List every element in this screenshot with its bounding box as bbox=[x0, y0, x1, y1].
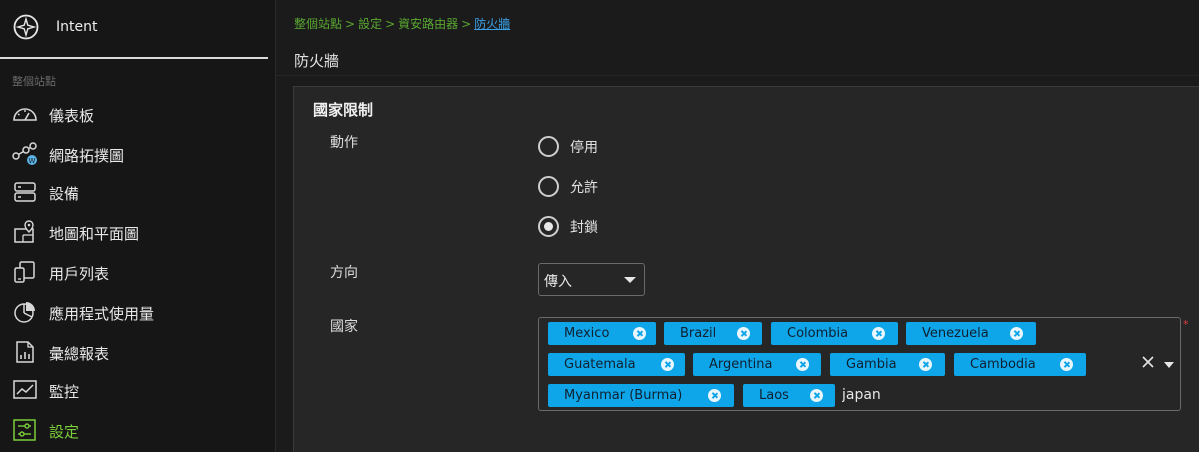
sidebar-item-label: 儀表板 bbox=[49, 107, 95, 125]
chip-remove-icon[interactable] bbox=[708, 389, 721, 402]
chip-remove-icon[interactable] bbox=[737, 327, 750, 340]
country-search-input[interactable] bbox=[842, 387, 962, 403]
sidebar-item-label: 設定 bbox=[49, 423, 80, 441]
radio-label: 停用 bbox=[570, 139, 598, 156]
sidebar-item-label: 應用程式使用量 bbox=[49, 305, 155, 323]
country-chip: Myanmar (Burma) bbox=[548, 384, 734, 407]
chip-label: Mexico bbox=[564, 326, 610, 341]
country-chip: Cambodia bbox=[954, 353, 1086, 376]
breadcrumb-item[interactable]: 設定 bbox=[358, 17, 382, 31]
devices-icon bbox=[14, 182, 36, 202]
topology-icon: W bbox=[12, 142, 37, 165]
chevron-down-icon[interactable] bbox=[1164, 362, 1174, 368]
radio-label: 封鎖 bbox=[570, 219, 598, 236]
chevron-down-icon bbox=[624, 277, 636, 283]
chip-label: Laos bbox=[759, 388, 789, 403]
chip-remove-icon[interactable] bbox=[661, 358, 674, 371]
sidebar: Intent 整個站點 儀表板 W 網路拓撲圖 設備 地圖和平面圖 用戶列表 應… bbox=[0, 0, 276, 452]
country-chip: Mexico bbox=[548, 322, 656, 345]
sidebar-item-dashboard[interactable]: 儀表板 bbox=[0, 96, 276, 132]
direction-value: 傳入 bbox=[544, 274, 572, 290]
radio-circle[interactable] bbox=[538, 136, 559, 157]
country-restriction-panel: 國家限制 動作 停用 允許 封鎖 方向 傳入 國家 * Mexico Brazi… bbox=[293, 86, 1199, 452]
chip-label: Venezuela bbox=[922, 326, 989, 341]
chip-label: Argentina bbox=[709, 357, 773, 372]
breadcrumb-current[interactable]: 防火牆 bbox=[474, 17, 510, 31]
breadcrumb-separator: > bbox=[345, 17, 356, 31]
radio-allow[interactable]: 允許 bbox=[538, 176, 598, 197]
chip-label: Colombia bbox=[787, 326, 849, 341]
chip-remove-icon[interactable] bbox=[633, 327, 646, 340]
radio-circle[interactable] bbox=[538, 216, 559, 237]
breadcrumb-item[interactable]: 資安路由器 bbox=[398, 17, 458, 31]
direction-label: 方向 bbox=[330, 265, 358, 281]
dashboard-icon bbox=[13, 108, 37, 121]
sidebar-item-label: 用戶列表 bbox=[49, 265, 110, 283]
app-window: Intent 整個站點 儀表板 W 網路拓撲圖 設備 地圖和平面圖 用戶列表 應… bbox=[0, 0, 1199, 452]
map-icon bbox=[14, 220, 34, 243]
radio-disable[interactable]: 停用 bbox=[538, 136, 598, 157]
sidebar-item-settings[interactable]: 設定 bbox=[0, 412, 276, 448]
panel-title: 國家限制 bbox=[313, 101, 374, 119]
radio-circle[interactable] bbox=[538, 176, 559, 197]
chip-label: Guatemala bbox=[564, 357, 636, 372]
sidebar-item-app-usage[interactable]: 應用程式使用量 bbox=[0, 294, 276, 330]
country-chip: Brazil bbox=[664, 322, 762, 345]
chip-remove-icon[interactable] bbox=[1060, 358, 1073, 371]
country-multiselect[interactable]: Mexico Brazil Colombia Venezuela Guatema… bbox=[538, 317, 1181, 411]
sidebar-item-maps[interactable]: 地圖和平面圖 bbox=[0, 214, 276, 250]
country-chip: Laos bbox=[743, 384, 835, 407]
chip-label: Gambia bbox=[846, 357, 897, 372]
country-chip: Gambia bbox=[830, 353, 945, 376]
country-chip: Argentina bbox=[693, 353, 821, 376]
required-mark: * bbox=[1183, 318, 1189, 331]
clear-all-icon[interactable] bbox=[1141, 355, 1155, 369]
sidebar-item-label: 網路拓撲圖 bbox=[49, 147, 125, 165]
country-chip: Venezuela bbox=[906, 322, 1036, 345]
sidebar-item-label: 彙總報表 bbox=[49, 345, 110, 363]
settings-icon bbox=[13, 419, 36, 441]
country-chip: Colombia bbox=[771, 322, 898, 345]
svg-text:W: W bbox=[29, 157, 36, 165]
page-title: 防火牆 bbox=[294, 52, 340, 70]
chip-label: Myanmar (Burma) bbox=[564, 388, 683, 403]
sidebar-item-label: 監控 bbox=[49, 383, 80, 401]
country-label: 國家 bbox=[330, 319, 358, 335]
sidebar-item-devices[interactable]: 設備 bbox=[0, 174, 276, 210]
breadcrumb-separator: > bbox=[461, 17, 472, 31]
intent-logo-icon bbox=[13, 14, 39, 40]
radio-label: 允許 bbox=[570, 179, 598, 196]
breadcrumb-item[interactable]: 整個站點 bbox=[294, 17, 342, 31]
clients-icon bbox=[14, 261, 35, 283]
direction-select[interactable]: 傳入 bbox=[538, 263, 645, 296]
chip-remove-icon[interactable] bbox=[1010, 327, 1023, 340]
sidebar-item-monitor[interactable]: 監控 bbox=[0, 372, 276, 408]
brand-label: Intent bbox=[56, 19, 98, 35]
chip-remove-icon[interactable] bbox=[872, 327, 885, 340]
chip-label: Brazil bbox=[680, 326, 717, 341]
breadcrumb-separator: > bbox=[385, 17, 396, 31]
brand-header[interactable]: Intent bbox=[0, 0, 268, 59]
chip-remove-icon[interactable] bbox=[919, 358, 932, 371]
monitor-icon bbox=[13, 380, 37, 399]
sidebar-item-label: 設備 bbox=[49, 185, 80, 203]
breadcrumb: 整個站點 > 設定 > 資安路由器 > 防火牆 bbox=[294, 15, 510, 32]
main-content: 整個站點 > 設定 > 資安路由器 > 防火牆 防火牆 國家限制 動作 停用 允許 封鎖 方… bbox=[276, 0, 1199, 452]
country-chip: Guatemala bbox=[548, 353, 685, 376]
chip-remove-icon[interactable] bbox=[810, 389, 823, 402]
sidebar-item-topology[interactable]: W 網路拓撲圖 bbox=[0, 136, 276, 172]
chip-label: Cambodia bbox=[970, 357, 1036, 372]
pie-chart-icon bbox=[14, 302, 35, 323]
chip-remove-icon[interactable] bbox=[796, 358, 809, 371]
sidebar-item-reports[interactable]: 彙總報表 bbox=[0, 334, 276, 370]
sidebar-item-label: 地圖和平面圖 bbox=[49, 225, 140, 243]
section-label: 整個站點 bbox=[12, 75, 56, 88]
divider bbox=[276, 75, 1199, 76]
report-icon bbox=[16, 341, 34, 363]
sidebar-item-clients[interactable]: 用戶列表 bbox=[0, 254, 276, 290]
action-label: 動作 bbox=[330, 135, 358, 151]
radio-block[interactable]: 封鎖 bbox=[538, 216, 598, 237]
